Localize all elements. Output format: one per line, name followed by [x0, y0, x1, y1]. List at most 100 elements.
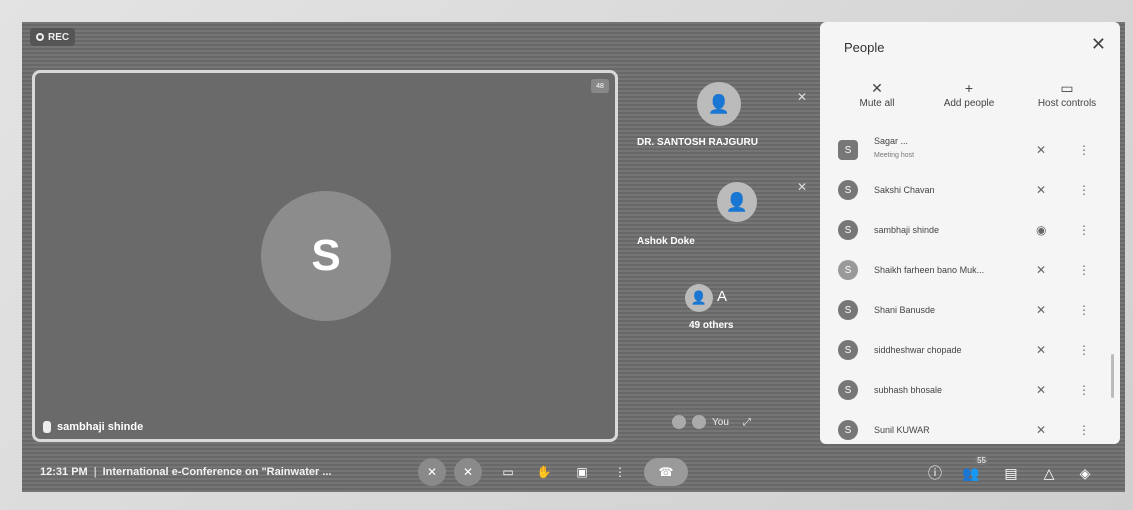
action-label: Host controls [1037, 98, 1097, 109]
participant-photo: 👤 [717, 182, 757, 222]
camera-toggle-button[interactable]: ✕ [454, 458, 482, 486]
participant-name: sambhaji shinde [57, 421, 144, 433]
mic-off-icon: ✕ [796, 90, 807, 104]
avatar: S [838, 220, 858, 240]
mic-off-icon: ✕ [796, 180, 807, 194]
scrollbar[interactable] [1111, 354, 1114, 398]
more-options-icon[interactable]: ⋮ [1078, 263, 1090, 277]
avatar: S [838, 300, 858, 320]
more-options-button[interactable]: ⋮ [606, 458, 634, 486]
list-item[interactable]: S siddheshwar chopade ✕ ⋮ [820, 332, 1120, 368]
participant-photo: 👤 [685, 284, 713, 312]
participant-avatar: S [261, 191, 391, 321]
more-options-icon[interactable]: ⋮ [1078, 183, 1090, 197]
record-icon [36, 33, 44, 41]
avatar: S [838, 260, 858, 280]
list-item[interactable]: S Sagar ... Meeting host ✕ ⋮ [820, 132, 1120, 168]
participant-name: Shani Banusde [874, 305, 936, 315]
panel-title: People [844, 40, 885, 55]
avatar: S [838, 380, 858, 400]
participant-count-badge: 55 [975, 456, 988, 465]
expand-icon[interactable]: ⤢ [743, 417, 751, 428]
mic-toggle-button[interactable]: ✕ [418, 458, 446, 486]
recording-indicator: REC [30, 28, 76, 46]
separator: | [93, 466, 97, 478]
camera-off-icon[interactable] [692, 415, 706, 429]
mic-off-icon[interactable]: ✕ [1036, 263, 1046, 277]
present-button[interactable]: ▣ [568, 458, 596, 486]
side-tile-name: DR. SANTOSH RAJGURU [637, 137, 758, 148]
meeting-screen: REC 48 S sambhaji shinde ✕ 👤 DR. SANTOSH… [22, 22, 1125, 492]
host-controls-button[interactable]: ▭ Host controls [1022, 80, 1112, 109]
people-actions: ✕ Mute all + Add people ▭ Host controls [832, 80, 1112, 130]
raise-hand-button[interactable]: ✋ [530, 458, 558, 486]
bottom-bar: 12:31 PM | International e-Conference on… [22, 452, 1125, 492]
participant-name: siddheshwar chopade [874, 345, 962, 355]
activities-button[interactable]: △ [1038, 462, 1060, 484]
side-tile-santosh[interactable]: ✕ 👤 DR. SANTOSH RAJGURU [637, 82, 817, 152]
meeting-details-button[interactable]: ⓘ [924, 462, 946, 484]
main-video-tile[interactable]: 48 S sambhaji shinde [32, 70, 618, 442]
more-options-icon[interactable]: ⋮ [1078, 343, 1090, 357]
mic-off-icon[interactable] [672, 415, 686, 429]
captions-button[interactable]: ▭ [494, 458, 522, 486]
list-item[interactable]: S Sakshi Chavan ✕ ⋮ [820, 172, 1120, 208]
mic-off-icon: ✕ [871, 80, 883, 96]
side-tile-others[interactable]: 👤 A 49 others [637, 284, 817, 344]
others-count: 49 others [689, 320, 734, 331]
people-button[interactable]: 👥 55 [960, 456, 988, 484]
mute-all-button[interactable]: ✕ Mute all [832, 80, 922, 109]
list-item[interactable]: S sambhaji shinde ◉ ⋮ [820, 212, 1120, 248]
side-tile-ashok[interactable]: ✕ 👤 Ashok Doke [637, 172, 817, 252]
tile-corner-badge: 48 [591, 79, 609, 93]
meeting-title: International e-Conference on "Rainwater… [102, 466, 332, 478]
participant-name: sambhaji shinde [874, 225, 940, 235]
meeting-time: 12:31 PM [40, 466, 88, 478]
avatar: S [838, 140, 858, 160]
add-people-button[interactable]: + Add people [924, 80, 1014, 109]
mic-off-icon[interactable]: ✕ [1036, 423, 1046, 437]
mic-off-icon[interactable]: ✕ [1036, 303, 1046, 317]
leave-call-button[interactable]: ☎ [644, 458, 688, 486]
avatar: S [838, 180, 858, 200]
more-options-icon[interactable]: ⋮ [1078, 303, 1090, 317]
add-person-icon: + [964, 80, 974, 96]
participant-list: S Sagar ... Meeting host ✕ ⋮ S Sakshi Ch… [820, 132, 1120, 444]
list-item[interactable]: S Sunil KUWAR ✕ ⋮ [820, 412, 1120, 444]
participant-name: Sakshi Chavan [874, 185, 935, 195]
avatar: S [838, 340, 858, 360]
list-item[interactable]: S subhash bhosale ✕ ⋮ [820, 372, 1120, 408]
more-options-icon[interactable]: ⋮ [1078, 223, 1090, 237]
others-avatar-letter: A [717, 288, 728, 305]
more-options-icon[interactable]: ⋮ [1078, 383, 1090, 397]
mic-off-icon[interactable]: ✕ [1036, 383, 1046, 397]
self-view-controls: You ⤢ [672, 410, 792, 434]
mic-off-icon[interactable]: ✕ [1036, 343, 1046, 357]
host-controls-icon: ▭ [1060, 80, 1074, 96]
host-controls-icon-button[interactable]: ◈ [1074, 462, 1096, 484]
participant-role: Meeting host [874, 152, 915, 159]
more-options-icon[interactable]: ⋮ [1078, 423, 1090, 437]
people-panel: People ✕ ✕ Mute all + Add people ▭ Host … [820, 22, 1120, 444]
avatar: S [838, 420, 858, 440]
recording-label: REC [48, 31, 70, 43]
list-item[interactable]: S Shani Banusde ✕ ⋮ [820, 292, 1120, 328]
main-tile-name: sambhaji shinde [43, 421, 143, 433]
speaking-icon[interactable]: ◉ [1036, 223, 1046, 237]
participant-name: subhash bhosale [874, 385, 943, 395]
mic-off-icon[interactable]: ✕ [1036, 143, 1046, 157]
self-view-label: You [712, 416, 729, 428]
action-label: Add people [943, 98, 995, 109]
action-label: Mute all [859, 98, 895, 109]
participant-name: Sunil KUWAR [874, 425, 930, 435]
close-icon[interactable]: ✕ [1091, 34, 1106, 55]
mic-icon [43, 421, 51, 433]
chat-button[interactable]: ▤ [1000, 462, 1022, 484]
more-options-icon[interactable]: ⋮ [1078, 143, 1090, 157]
list-item[interactable]: S Shaikh farheen bano Muk... ✕ ⋮ [820, 252, 1120, 288]
participant-name: Shaikh farheen bano Muk... [874, 265, 985, 275]
mic-off-icon[interactable]: ✕ [1036, 183, 1046, 197]
participant-photo: 👤 [697, 82, 741, 126]
participant-name: Sagar ... [874, 136, 909, 146]
side-tile-name: Ashok Doke [637, 236, 695, 247]
